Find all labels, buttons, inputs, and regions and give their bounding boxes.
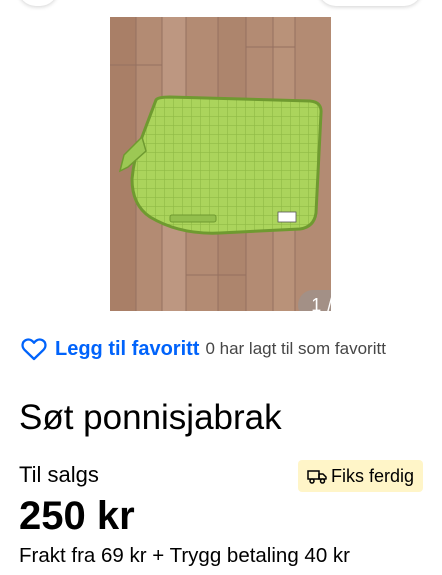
shipping-info: Frakt fra 69 kr + Trygg betaling 40 kr <box>19 544 350 567</box>
favorite-link[interactable]: Legg til favoritt <box>55 338 199 361</box>
image-counter: 1 / 4 <box>298 290 331 311</box>
listing-price: 250 kr <box>19 494 135 538</box>
delivery-truck-icon <box>307 470 327 484</box>
badge-label: Fiks ferdig <box>330 465 415 486</box>
listing-status: Til salgs <box>19 462 99 487</box>
fiks-ferdig-badge: Fiks ferdig <box>298 460 423 492</box>
top-left-button[interactable] <box>18 0 58 6</box>
favorite-count: 0 har lagt til som favoritt <box>205 339 386 358</box>
heart-outline-icon[interactable] <box>20 335 48 363</box>
favorite-row[interactable]: Legg til favoritt 0 har lagt til som fav… <box>20 333 440 365</box>
listing-title: Søt ponnisjabrak <box>19 398 282 437</box>
saddle-pad-photo <box>110 17 331 311</box>
top-right-button[interactable] <box>318 0 422 6</box>
product-image[interactable]: 1 / 4 <box>110 17 331 311</box>
